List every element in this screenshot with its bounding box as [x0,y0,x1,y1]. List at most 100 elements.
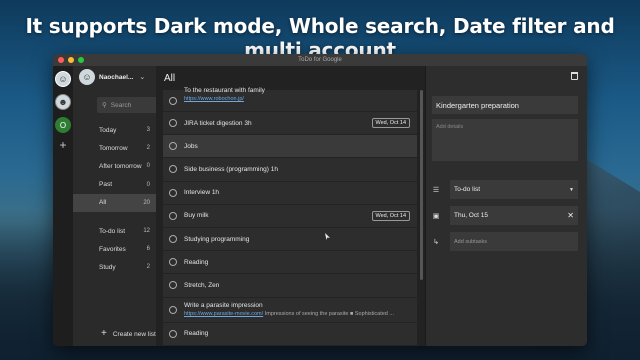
nav-label: Study [99,263,116,271]
nav-item-all[interactable]: All 20 [73,193,156,212]
task-checkbox[interactable] [169,165,177,174]
due-date-field[interactable]: Thu, Oct 15 ✕ [450,206,578,225]
task-title: Reading [184,330,209,338]
task-title: Side business (programming) 1h [184,165,278,173]
search-icon: ⚲ [102,102,107,109]
nav-label: Favorites [99,245,126,253]
plus-icon: + [101,328,107,339]
caret-down-icon: ▼ [569,186,574,193]
task-checkbox[interactable] [169,258,177,267]
nav-list: Today 3 Tomorrow 2 After tomorrow 0 Past… [73,121,156,277]
task-title: To the restaurant with family [184,87,265,94]
task-checkbox[interactable] [169,97,177,105]
nav-count: 12 [143,228,150,235]
task-checkbox[interactable] [169,119,177,128]
title-bar: ToDo for Google [53,54,587,66]
sidebar: ☺ Naochael... ⌄ ⚲ Search Today 3 Tomorro… [73,66,172,346]
app-window: ToDo for Google ☺ ☻ O + ☺ Naochael... ⌄ … [53,54,587,346]
task-title: Stretch, Zen [184,281,220,289]
account-rail: ☺ ☻ O + [53,66,73,346]
task-checkbox[interactable] [169,188,177,197]
task-item[interactable]: Buy milk Wed, Oct 14 [163,204,417,228]
nav-label: Tomorrow [99,144,128,152]
task-item[interactable]: JIRA ticket digestion 3h Wed, Oct 14 [163,112,417,136]
nav-label: After tomorrow [99,162,142,170]
nav-count: 3 [146,127,150,134]
list-select[interactable]: To-do list ▼ [450,180,578,199]
create-new-list-label: Create new list [112,330,156,338]
nav-count: 6 [146,246,150,253]
add-subtasks-input[interactable]: Add subtasks [450,232,578,251]
task-item[interactable]: Reading [163,251,417,275]
due-date-badge: Wed, Oct 14 [371,118,410,129]
due-date-value: Thu, Oct 15 [454,212,488,219]
nav-count: 2 [146,145,150,152]
task-detail-panel: Kindergarten preparation Add details ☰ T… [425,66,587,346]
task-item[interactable]: Interview 1h [163,181,417,205]
nav-label: To-do list [99,227,126,235]
task-link[interactable]: https://www.parasite-movie.com/ [184,311,263,317]
add-subtasks-placeholder: Add subtasks [454,238,488,245]
list-select-value: To-do list [454,186,481,193]
nav-item-favorites[interactable]: Favorites 6 [73,240,156,258]
calendar-icon: ▣ [432,212,440,220]
trash-icon[interactable] [571,72,578,80]
task-list-panel: All To the restaurant with family https:… [156,66,425,346]
task-checkbox[interactable] [169,329,177,338]
nav-item-after-tomorrow[interactable]: After tomorrow 0 [73,157,156,175]
nav-label: Past [99,181,113,189]
task-note: Impressions of seeing the parasite ■ Sop… [264,311,394,317]
clear-date-icon[interactable]: ✕ [567,211,574,220]
task-link[interactable]: https://www.robochon.jp/ [184,96,244,102]
subtask-arrow-icon: ↳ [433,238,439,246]
nav-label: Today [99,126,117,134]
add-account-icon[interactable]: + [59,139,66,151]
task-item[interactable]: Reading [163,322,417,346]
nav-count: 0 [146,163,150,170]
task-item[interactable]: Studying programming [163,227,417,252]
nav-label: All [99,199,107,207]
subtasks-row: ↳ Add subtasks [432,232,578,251]
account-avatar-2[interactable]: ☻ [55,94,71,110]
list-selector-row: ☰ To-do list ▼ [432,180,578,199]
task-checkbox[interactable] [169,142,177,151]
task-title: Reading [184,258,209,266]
search-placeholder: Search [110,101,132,109]
nav-item-todo-list[interactable]: To-do list 12 [73,222,156,240]
task-list: To the restaurant with family https://ww… [163,87,417,346]
task-item[interactable]: Stretch, Zen [163,274,417,298]
account-avatar-3[interactable]: O [55,117,71,133]
task-checkbox[interactable] [169,281,177,290]
list-icon: ☰ [432,186,440,194]
account-switcher[interactable]: ☺ Naochael... ⌄ [73,66,156,88]
task-title: Write a parasite impression [184,302,263,309]
window-title: ToDo for Google [298,57,342,63]
task-title: Interview 1h [184,189,220,197]
task-item[interactable]: Jobs [163,135,417,159]
nav-count: 0 [146,181,150,188]
task-checkbox[interactable] [169,235,177,244]
task-title: Jobs [184,142,198,150]
due-date-row: ▣ Thu, Oct 15 ✕ [432,206,578,225]
task-checkbox[interactable] [169,305,177,314]
nav-item-today[interactable]: Today 3 [73,121,156,139]
scrollbar[interactable] [420,90,423,280]
task-item[interactable]: Side business (programming) 1h [163,158,417,182]
nav-item-past[interactable]: Past 0 [73,176,156,194]
task-details-field[interactable]: Add details [432,119,578,161]
task-title: Studying programming [184,235,250,243]
task-title: Buy milk [184,212,209,220]
nav-count: 2 [146,264,150,271]
task-title-field[interactable]: Kindergarten preparation [432,96,578,114]
task-checkbox[interactable] [169,211,177,220]
nav-item-tomorrow[interactable]: Tomorrow 2 [73,139,156,157]
avatar: ☺ [79,69,95,85]
chevron-down-icon: ⌄ [139,74,146,81]
nav-item-study[interactable]: Study 2 [73,258,156,276]
task-item[interactable]: Write a parasite impression https://www.… [163,297,417,323]
account-avatar-1[interactable]: ☺ [55,71,71,87]
nav-count: 20 [143,199,150,206]
task-item[interactable]: To the restaurant with family https://ww… [163,87,417,112]
create-new-list-button[interactable]: + Create new list [101,328,156,339]
account-name: Naochael... [99,73,134,81]
